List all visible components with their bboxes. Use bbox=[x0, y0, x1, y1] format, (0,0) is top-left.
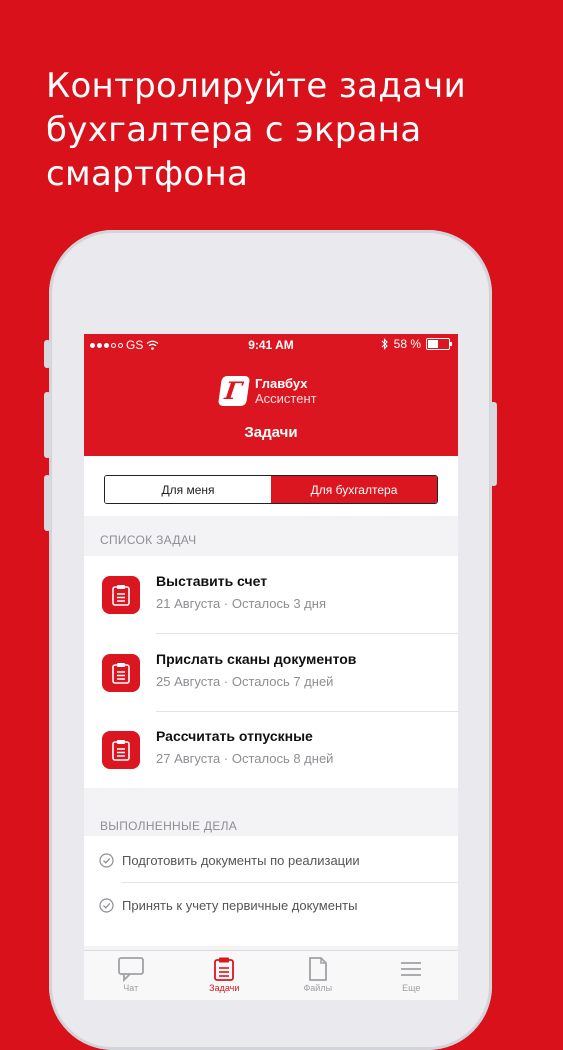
glavbukh-logo-icon: Г bbox=[217, 376, 251, 406]
phone-screen: GS 9:41 AM 58 % Г Главбух Ассистент Зада… bbox=[84, 334, 458, 1000]
task-list: Выставить счет 21 Августа · Осталось 3 д… bbox=[84, 556, 458, 788]
promo-line-2: бухгалтера с экрана bbox=[46, 110, 422, 150]
brand-subtitle: Ассистент bbox=[255, 391, 317, 406]
segmented-control: Для меня Для бухгалтера bbox=[104, 475, 438, 504]
task-due: 27 Августа · Осталось 8 дней bbox=[156, 751, 334, 766]
screen-title: Задачи bbox=[244, 424, 298, 441]
phone-power-button bbox=[490, 402, 497, 486]
phone-volume-down-button bbox=[44, 475, 51, 531]
tab-label: Еще bbox=[402, 983, 421, 993]
app-header: GS 9:41 AM 58 % Г Главбух Ассистент Зада… bbox=[84, 334, 458, 456]
promo-line-1: Контролируйте задачи bbox=[46, 66, 466, 106]
task-list-heading: СПИСОК ЗАДАЧ bbox=[100, 533, 197, 547]
segment-for-accountant[interactable]: Для бухгалтера bbox=[271, 476, 437, 503]
tab-bar: Чат Задачи Файлы Еще bbox=[84, 950, 458, 1000]
phone-mute-switch bbox=[44, 340, 51, 368]
promo-headline: Контролируйте задачи бухгалтера с экрана… bbox=[46, 64, 546, 196]
tab-label: Чат bbox=[123, 983, 139, 993]
menu-icon bbox=[401, 962, 422, 976]
done-item-text: Принять к учету первичные документы bbox=[122, 897, 358, 913]
status-bar: GS 9:41 AM 58 % bbox=[84, 334, 458, 354]
task-row[interactable]: Выставить счет 21 Августа · Осталось 3 д… bbox=[84, 556, 458, 634]
segment-area: Для меня Для бухгалтера bbox=[84, 456, 458, 516]
tab-files[interactable]: Файлы bbox=[271, 951, 365, 1000]
task-title: Выставить счет bbox=[156, 573, 268, 589]
task-row[interactable]: Прислать сканы документов 25 Августа · О… bbox=[84, 634, 458, 712]
tab-label: Файлы bbox=[303, 983, 333, 993]
tab-tasks[interactable]: Задачи bbox=[178, 951, 272, 1000]
clipboard-icon bbox=[102, 576, 140, 614]
done-item-text: Подготовить документы по реализации bbox=[122, 852, 360, 868]
done-list: Подготовить документы по реализации Прин… bbox=[84, 836, 458, 946]
task-title: Прислать сканы документов bbox=[156, 651, 357, 667]
done-list-heading: ВЫПОЛНЕННЫЕ ДЕЛА bbox=[100, 819, 238, 833]
check-circle-icon bbox=[99, 852, 114, 868]
phone-volume-up-button bbox=[44, 392, 51, 458]
tasks-icon bbox=[214, 957, 235, 981]
brand-name: Главбух bbox=[255, 376, 308, 391]
tab-chat[interactable]: Чат bbox=[84, 951, 178, 1000]
battery-icon bbox=[426, 338, 452, 350]
task-title: Рассчитать отпускные bbox=[156, 728, 313, 744]
bluetooth-icon bbox=[381, 338, 388, 350]
check-circle-icon bbox=[99, 897, 114, 913]
done-item[interactable]: Принять к учету первичные документы bbox=[84, 883, 458, 927]
clipboard-icon bbox=[102, 731, 140, 769]
done-item[interactable]: Подготовить документы по реализации bbox=[84, 838, 458, 882]
file-icon bbox=[308, 957, 327, 981]
segment-for-me[interactable]: Для меня bbox=[105, 476, 271, 503]
task-due: 25 Августа · Осталось 7 дней bbox=[156, 674, 334, 689]
chat-icon bbox=[117, 957, 144, 982]
app-logo: Г Главбух Ассистент bbox=[217, 376, 317, 406]
clipboard-icon bbox=[102, 654, 140, 692]
task-row[interactable]: Рассчитать отпускные 27 Августа · Остало… bbox=[84, 711, 458, 789]
tab-more[interactable]: Еще bbox=[365, 951, 459, 1000]
task-due: 21 Августа · Осталось 3 дня bbox=[156, 596, 326, 611]
battery-percent: 58 % bbox=[393, 337, 421, 351]
promo-line-3: смартфона bbox=[46, 154, 249, 194]
tab-label: Задачи bbox=[209, 983, 240, 993]
